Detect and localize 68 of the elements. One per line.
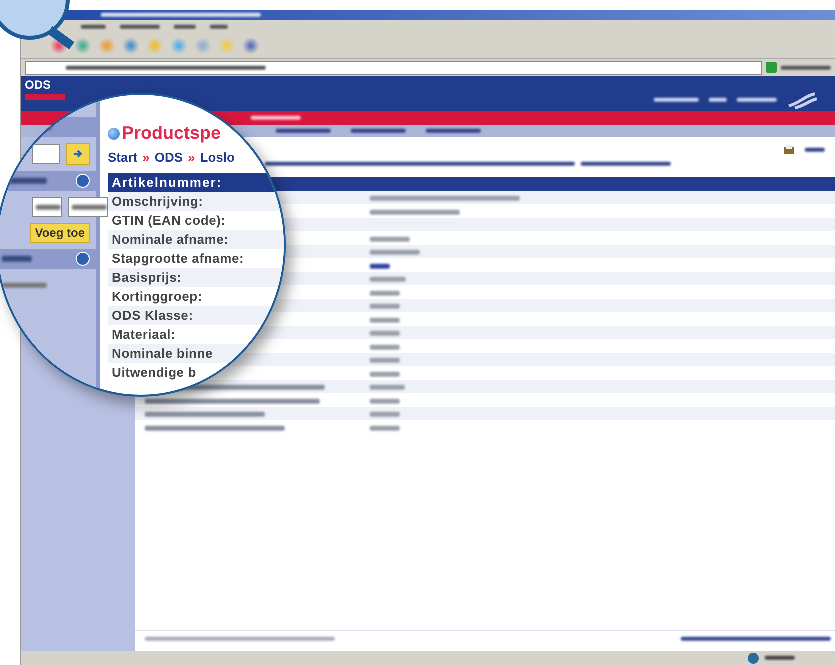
blurred-text <box>351 129 406 133</box>
blurred-text <box>370 250 420 256</box>
blurred-text <box>72 204 107 210</box>
field-label: Artikelnummer: <box>112 175 222 190</box>
blurred-text <box>120 25 160 29</box>
field-label: GTIN (EAN code): <box>112 213 226 228</box>
breadcrumb-separator: » <box>142 150 150 165</box>
blurred-text <box>370 318 400 323</box>
field-label: Kortinggroep: <box>112 289 203 304</box>
field-label: Materiaal: <box>112 327 176 342</box>
blurred-text <box>276 129 331 133</box>
search-field[interactable] <box>32 144 60 164</box>
address-field[interactable] <box>25 60 762 74</box>
blurred-text <box>370 385 405 390</box>
blurred-text <box>654 98 699 102</box>
field-label: Nominale afname: <box>112 232 229 247</box>
quantity-field[interactable] <box>32 197 62 217</box>
field-label: Omschrijving: <box>112 194 204 209</box>
blurred-text <box>370 412 400 418</box>
go-icon[interactable] <box>766 62 777 73</box>
logo-badge <box>25 94 65 100</box>
breadcrumb-separator: » <box>188 150 196 165</box>
blurred-text <box>781 66 831 70</box>
blurred-text <box>370 398 400 404</box>
blurred-text <box>174 25 196 29</box>
blurred-text <box>426 129 481 133</box>
blurred-text <box>370 264 390 269</box>
blurred-text <box>709 98 727 102</box>
site-logo: ODS <box>25 78 52 92</box>
field-label: Basisprijs: <box>112 270 182 285</box>
blurred-text <box>2 256 32 262</box>
toolbar-icon[interactable] <box>123 38 139 54</box>
unit-field[interactable] <box>68 197 108 217</box>
globe-icon <box>108 128 120 140</box>
blurred-text <box>2 283 47 288</box>
breadcrumb-link[interactable]: Loslo <box>200 150 235 165</box>
field-label: ODS Klasse: <box>112 308 194 323</box>
field-label: Nominale binne <box>112 346 213 361</box>
blurred-text <box>370 304 400 310</box>
search-button[interactable] <box>66 143 90 165</box>
blurred-text <box>210 25 228 29</box>
blurred-text <box>737 98 777 102</box>
blurred-text <box>765 656 795 660</box>
blurred-text <box>370 236 410 242</box>
blurred-text <box>81 25 106 29</box>
blurred-text <box>370 344 400 350</box>
field-label: Stapgrootte afname: <box>112 251 244 266</box>
breadcrumb-link[interactable]: Start <box>108 150 138 165</box>
blurred-text <box>251 116 301 120</box>
add-button[interactable]: Voeg toe <box>30 223 90 243</box>
arrow-icon <box>73 149 83 159</box>
collapse-icon <box>76 174 90 188</box>
collapse-icon <box>76 252 90 266</box>
breadcrumb-link[interactable]: ODS <box>154 150 184 165</box>
blurred-text <box>370 426 400 431</box>
printer-icon[interactable] <box>783 144 795 156</box>
page-title: Productspe <box>122 123 222 144</box>
toolbar-icon[interactable] <box>243 38 259 54</box>
blurred-text <box>370 277 406 282</box>
blurred-text <box>370 372 400 377</box>
blurred-text <box>370 358 400 364</box>
toolbar-icon[interactable] <box>51 38 67 54</box>
blurred-text <box>805 148 825 152</box>
blurred-text <box>36 204 61 210</box>
globe-icon <box>748 652 759 664</box>
blurred-text <box>370 290 400 296</box>
field-label: Uitwendige b <box>112 365 196 380</box>
blurred-text <box>370 331 400 336</box>
